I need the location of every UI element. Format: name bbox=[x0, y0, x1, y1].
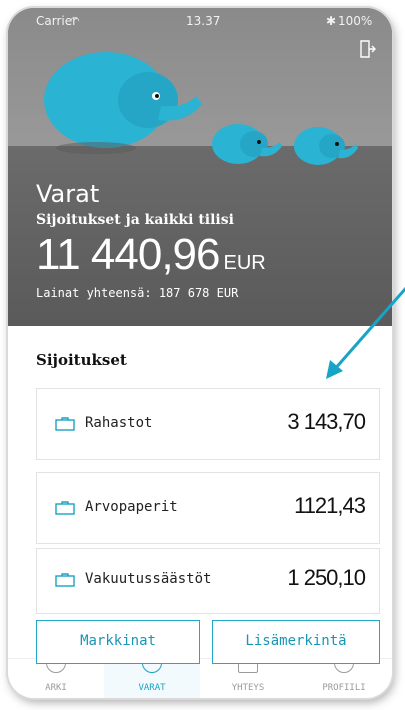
account-label: Vakuutussäästöt bbox=[85, 571, 212, 587]
tab-profiili[interactable]: PROFIILI bbox=[296, 653, 392, 698]
small-elephant-image bbox=[294, 127, 358, 165]
tab-label: PROFIILI bbox=[322, 683, 366, 693]
large-elephant-image bbox=[44, 52, 202, 154]
briefcase-icon bbox=[55, 573, 75, 587]
briefcase-icon bbox=[55, 417, 75, 431]
total-amount: 11 440,96 bbox=[36, 230, 220, 279]
annotation-arrow bbox=[326, 287, 405, 379]
account-value: 3 143,70 bbox=[287, 409, 366, 434]
total-currency: EUR bbox=[223, 252, 266, 274]
battery-percent: 100% bbox=[338, 14, 373, 28]
logout-icon[interactable] bbox=[360, 40, 376, 58]
page-title: Varat bbox=[36, 180, 100, 208]
tab-label: ARKI bbox=[45, 683, 67, 693]
page-subtitle: Sijoitukset ja kaikki tilisi bbox=[36, 212, 234, 228]
status-bar: Carrier ◠ 13.37 ✱ 100% bbox=[8, 14, 392, 32]
account-card-rahastot[interactable]: Rahastot 3 143,70 bbox=[36, 388, 380, 460]
medium-elephant-image bbox=[212, 124, 282, 164]
account-card-vakuutussaastot[interactable]: Vakuutussäästöt 1 250,10 bbox=[36, 548, 380, 614]
clock-time: 13.37 bbox=[186, 14, 221, 28]
account-label: Rahastot bbox=[85, 415, 153, 431]
tab-label: YHTEYS bbox=[231, 683, 265, 693]
markkinat-button[interactable]: Markkinat bbox=[36, 620, 200, 664]
hero-banner: Carrier ◠ 13.37 ✱ 100% Varat Sijoitukset… bbox=[8, 8, 392, 326]
tab-yhteys[interactable]: YHTEYS bbox=[200, 653, 296, 698]
bluetooth-icon: ✱ bbox=[326, 14, 337, 28]
account-card-arvopaperit[interactable]: Arvopaperit 1121,43 bbox=[36, 472, 380, 544]
briefcase-icon bbox=[55, 501, 75, 515]
tab-label: VARAT bbox=[138, 683, 166, 693]
total-balance: 11 440,96 EUR bbox=[36, 230, 266, 280]
account-value: 1121,43 bbox=[294, 493, 366, 518]
lisamerkinta-button[interactable]: Lisämerkintä bbox=[212, 620, 380, 664]
account-label: Arvopaperit bbox=[85, 499, 178, 515]
header-text: Varat Sijoitukset ja kaikki tilisi 11 44… bbox=[36, 180, 266, 300]
section-title: Sijoitukset bbox=[36, 351, 127, 369]
tab-varat[interactable]: VARAT bbox=[104, 653, 200, 698]
account-value: 1 250,10 bbox=[287, 565, 366, 590]
wifi-icon: ◠ bbox=[70, 14, 80, 27]
bottom-tab-bar: ARKI VARAT YHTEYS PROFIILI bbox=[8, 653, 392, 698]
loans-total: Lainat yhteensä: 187 678 EUR bbox=[36, 286, 239, 300]
tab-arki[interactable]: ARKI bbox=[8, 653, 104, 698]
